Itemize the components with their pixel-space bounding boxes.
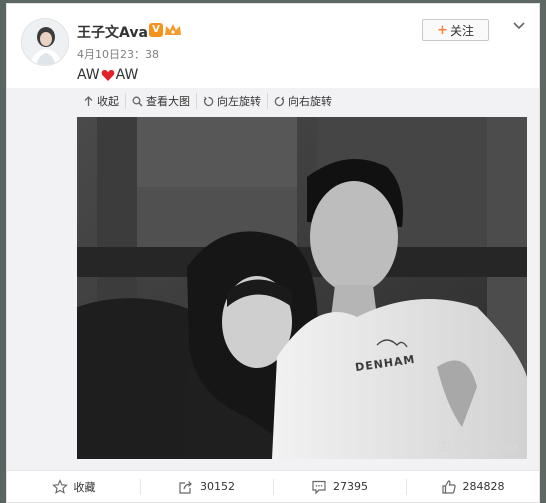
favorite-label: 收藏 <box>73 480 96 494</box>
rotate-right-label: 向右旋转 <box>288 95 332 108</box>
favorite-button[interactable]: 收藏 <box>7 471 140 502</box>
rotate-right-icon <box>274 96 285 106</box>
rotate-left-label: 向左旋转 <box>217 95 261 108</box>
crown-icon <box>165 24 181 35</box>
rotate-left-icon <box>203 96 214 106</box>
forward-button[interactable]: 30152 <box>140 471 273 502</box>
comment-button[interactable]: 27395 <box>273 471 406 502</box>
like-button[interactable]: 284828 <box>406 471 539 502</box>
plus-icon: + <box>437 22 448 38</box>
post-text-before: AW <box>77 67 100 83</box>
magnifier-icon <box>132 96 143 106</box>
star-icon <box>51 478 68 494</box>
weibo-logo-icon <box>437 441 451 452</box>
forward-icon <box>179 480 192 494</box>
username[interactable]: 王子文Ava <box>77 22 148 42</box>
media-toolbar: 收起 查看大图 向左旋转 向右旋转 <box>77 93 338 109</box>
weibo-post-card: 王子文Ava V 4月10日23：38 + 关注 AW AW 收起 查看大图 向… <box>6 3 540 503</box>
post-text-after: AW <box>115 67 139 83</box>
forward-count: 30152 <box>200 480 235 493</box>
couple-photo-image <box>77 117 527 459</box>
comment-icon <box>312 480 326 494</box>
view-large-button[interactable]: 查看大图 <box>126 93 197 109</box>
follow-label: 关注 <box>449 23 474 38</box>
post-timestamp[interactable]: 4月10日23：38 <box>77 46 159 62</box>
comment-count: 27395 <box>333 480 368 493</box>
avatar-image <box>22 19 68 65</box>
verified-badge: V <box>149 23 163 37</box>
rotate-left-button[interactable]: 向左旋转 <box>197 93 268 109</box>
watermark-text: @王子文Ava <box>454 440 519 453</box>
photo-watermark: @王子文Ava <box>437 438 519 454</box>
thumbs-up-icon <box>441 479 456 494</box>
post-text: AW AW <box>77 67 138 83</box>
view-large-label: 查看大图 <box>146 95 190 108</box>
heart-icon <box>101 69 114 81</box>
avatar[interactable] <box>21 18 69 66</box>
collapse-button[interactable]: 收起 <box>77 93 126 109</box>
post-photo[interactable]: DENHAM @王子文Ava <box>77 117 527 459</box>
follow-button[interactable]: + 关注 <box>422 19 489 41</box>
post-actions-bar: 收藏 30152 27395 284828 <box>7 470 539 502</box>
rotate-right-button[interactable]: 向右旋转 <box>268 93 338 109</box>
collapse-label: 收起 <box>97 95 119 108</box>
collapse-arrow-icon <box>84 95 93 106</box>
like-count: 284828 <box>462 480 505 493</box>
chevron-down-icon[interactable] <box>511 19 527 33</box>
